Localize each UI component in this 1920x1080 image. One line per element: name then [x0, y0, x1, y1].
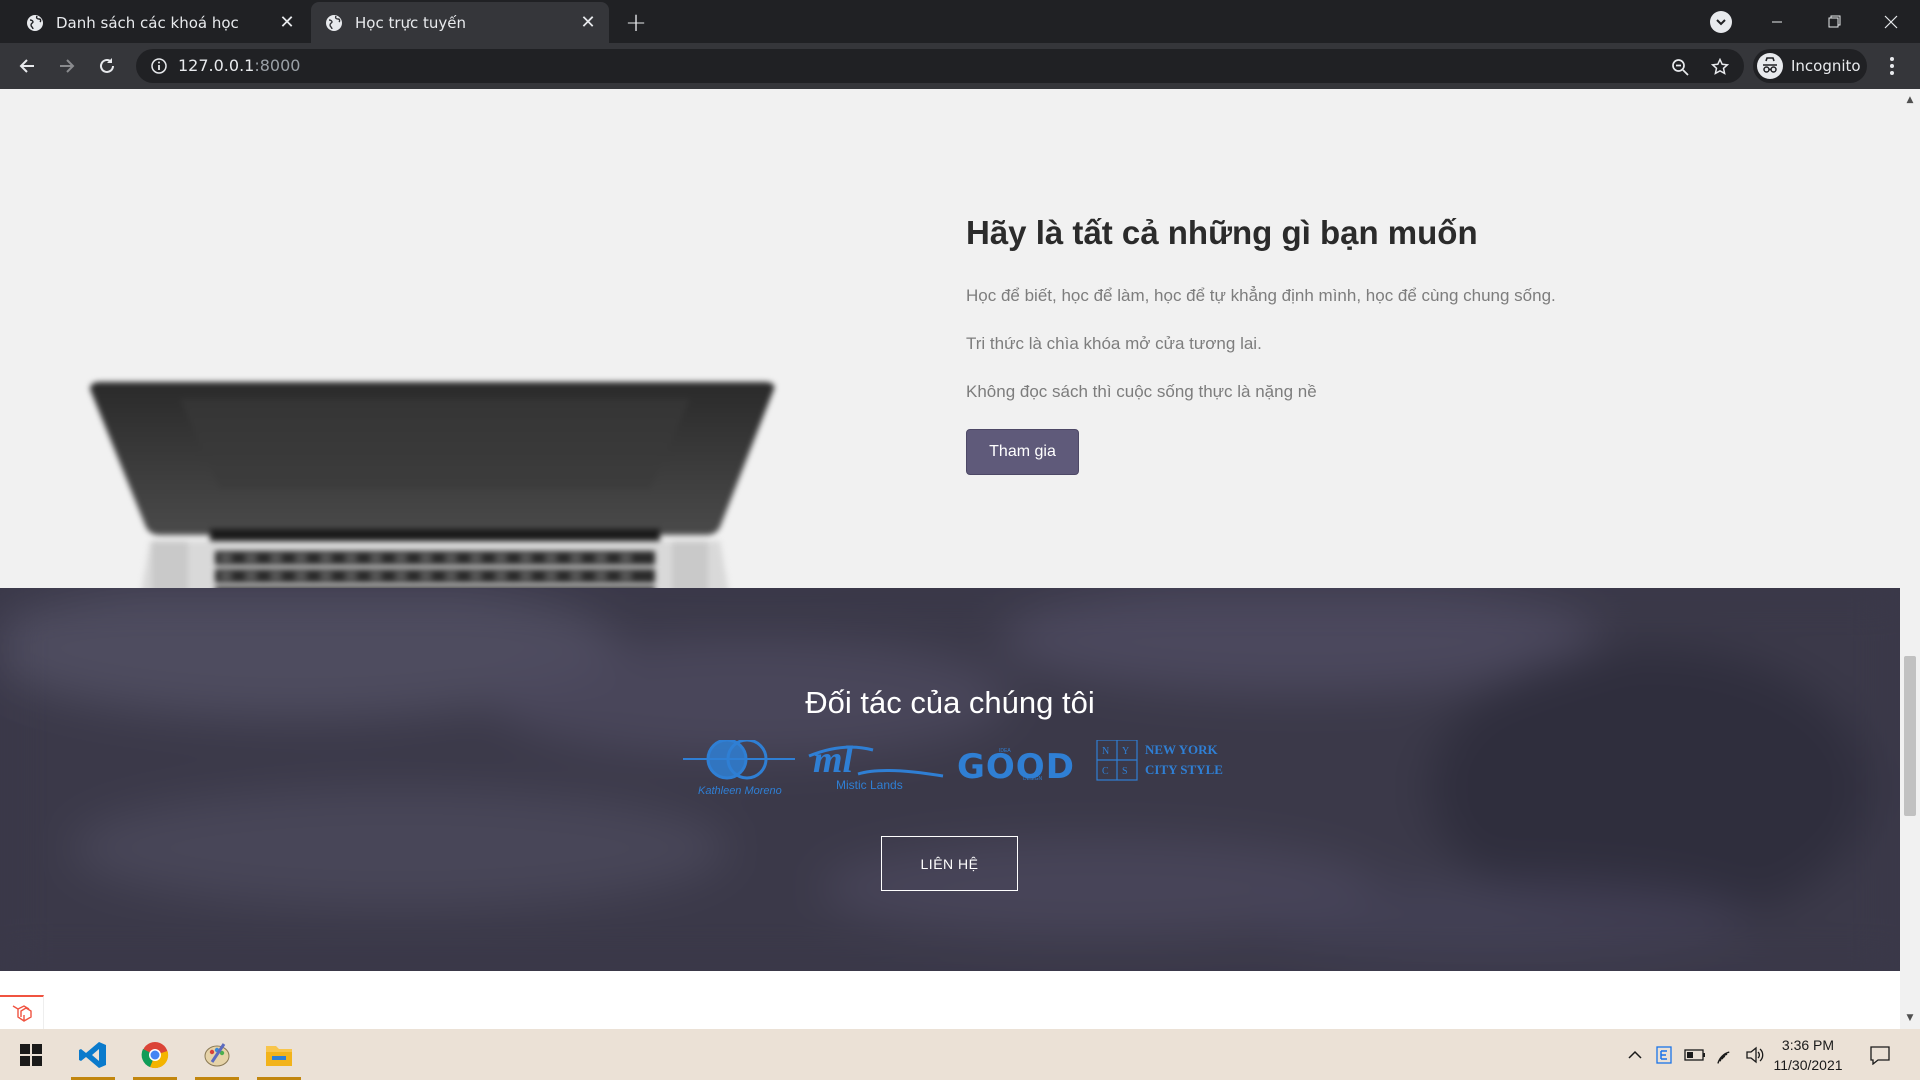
- clock-time: 3:36 PM: [1781, 1037, 1835, 1053]
- battery-icon: [1684, 1048, 1705, 1061]
- partner-logo-subtext: Y: [1122, 746, 1129, 757]
- bookmark-button[interactable]: [1709, 56, 1731, 78]
- battery-button[interactable]: [1682, 1029, 1708, 1080]
- partner-logo-subtext: N: [1102, 746, 1109, 757]
- partner-logo-subtext: S: [1122, 766, 1128, 777]
- about-heading: Hãy là tất cả những gì bạn muốn: [966, 214, 1478, 251]
- close-icon[interactable]: ✕: [577, 12, 599, 34]
- partners-section: Đối tác của chúng tôi Kathleen Moreno ml…: [0, 588, 1900, 971]
- back-button[interactable]: [12, 51, 42, 81]
- zoom-button[interactable]: [1669, 56, 1691, 78]
- speaker-icon: [1746, 1046, 1764, 1063]
- partner-logo-name: Kathleen Moreno: [698, 785, 782, 797]
- reload-button[interactable]: [92, 51, 122, 81]
- system-clock[interactable]: 3:36 PM 11/30/2021: [1770, 1035, 1846, 1075]
- vscode-icon: [79, 1041, 106, 1068]
- footer-section: [0, 971, 1900, 1029]
- input-method-button[interactable]: [1652, 1029, 1676, 1080]
- about-paragraph: Học để biết, học để làm, học để tự khẳng…: [966, 286, 1556, 305]
- windows-icon: [20, 1043, 42, 1066]
- taskbar-paint[interactable]: [192, 1029, 242, 1080]
- globe-icon: [325, 14, 343, 32]
- chrome-icon: [141, 1041, 169, 1068]
- about-section: Hãy là tất cả những gì bạn muốn Học để b…: [0, 89, 1900, 599]
- wifi-icon: [1717, 1050, 1730, 1064]
- url-port: :8000: [254, 56, 301, 75]
- about-paragraph: Tri thức là chìa khóa mở cửa tương lai.: [966, 334, 1262, 353]
- start-button[interactable]: [6, 1029, 56, 1080]
- browser-tab-strip: Danh sách các khoá học ✕ Học trực tuyến …: [0, 0, 1920, 43]
- restore-button[interactable]: [1805, 0, 1863, 43]
- partner-logo-name: NEW YORK: [1145, 742, 1218, 757]
- arrow-left-icon: [19, 59, 34, 73]
- address-bar[interactable]: 127.0.0.1:8000: [136, 49, 1744, 83]
- volume-button[interactable]: [1742, 1029, 1768, 1080]
- page-viewport: Hãy là tất cả những gì bạn muốn Học để b…: [0, 89, 1920, 1029]
- laravel-icon: [12, 1005, 32, 1022]
- paint-palette-icon: [204, 1042, 230, 1066]
- url-text: 127.0.0.1:8000: [178, 56, 300, 75]
- tab-online-learning[interactable]: Học trực tuyến ✕: [311, 2, 609, 43]
- scroll-down-icon[interactable]: ▼: [1905, 1013, 1915, 1023]
- partner-logos: Kathleen Moreno ml Mistic Lands GOOD IDE…: [683, 740, 1223, 797]
- taskbar-chrome[interactable]: [130, 1029, 180, 1080]
- about-paragraph: Không đọc sách thì cuộc sống thực là nặn…: [966, 382, 1317, 401]
- browser-menu-button[interactable]: [1880, 53, 1904, 79]
- scrollbar-thumb[interactable]: [1904, 656, 1916, 816]
- show-hidden-icons-button[interactable]: [1622, 1029, 1648, 1080]
- minimize-button[interactable]: [1748, 0, 1806, 43]
- tab-title: Danh sách các khoá học: [56, 13, 239, 32]
- keyboard-language-icon: [1656, 1045, 1672, 1064]
- globe-icon: [26, 14, 44, 32]
- taskbar-file-explorer[interactable]: [254, 1029, 304, 1080]
- partner-logo-name: CITY STYLE: [1145, 762, 1223, 777]
- folder-icon: [266, 1045, 292, 1066]
- tab-title: Học trực tuyến: [355, 13, 467, 32]
- star-icon: [1711, 58, 1729, 75]
- mistic-lands-logo: ml Mistic Lands: [808, 740, 944, 792]
- laravel-debugbar-toggle[interactable]: [0, 995, 44, 1029]
- reload-icon: [100, 58, 114, 73]
- partner-logo-subtext: C: [1102, 766, 1109, 777]
- close-window-button[interactable]: [1862, 0, 1920, 43]
- new-york-city-style-logo: N Y C S NEW YORK CITY STYLE: [1096, 740, 1223, 781]
- kathleen-moreno-logo: Kathleen Moreno: [683, 740, 795, 797]
- join-button[interactable]: Tham gia: [966, 429, 1079, 475]
- good-design-logo: GOOD IDEA DESIGN: [957, 747, 1075, 787]
- partner-logo-subtext: IDEA: [999, 748, 1011, 754]
- tab-search-button[interactable]: [1710, 11, 1732, 33]
- taskbar-vscode[interactable]: [68, 1029, 118, 1080]
- new-tab-button[interactable]: +: [622, 8, 650, 38]
- notification-icon: [1870, 1045, 1890, 1065]
- zoom-out-icon: [1672, 59, 1689, 76]
- info-icon[interactable]: [150, 57, 168, 75]
- incognito-profile-button[interactable]: Incognito: [1753, 49, 1867, 83]
- url-host: 127.0.0.1: [178, 56, 255, 75]
- action-center-button[interactable]: [1862, 1029, 1898, 1080]
- forward-button[interactable]: [52, 51, 82, 81]
- restore-icon: [1828, 15, 1840, 28]
- minimize-icon: [1772, 21, 1782, 22]
- profile-label: Incognito: [1791, 57, 1861, 75]
- scroll-up-icon[interactable]: ▲: [1905, 95, 1915, 105]
- close-icon: [1884, 15, 1898, 28]
- browser-toolbar: 127.0.0.1:8000 Incognito: [0, 43, 1920, 89]
- contact-button[interactable]: LIÊN HỆ: [881, 836, 1018, 891]
- page-scrollbar[interactable]: ▲ ▼: [1900, 89, 1920, 1029]
- windows-taskbar: 3:36 PM 11/30/2021: [0, 1029, 1920, 1080]
- network-button[interactable]: [1712, 1029, 1738, 1080]
- laptop-image: [90, 382, 775, 599]
- tab-course-list[interactable]: Danh sách các khoá học ✕: [12, 2, 308, 43]
- close-icon[interactable]: ✕: [276, 12, 298, 34]
- partners-heading: Đối tác của chúng tôi: [805, 685, 1095, 720]
- clock-date: 11/30/2021: [1773, 1057, 1843, 1073]
- chevron-down-icon: [1716, 19, 1726, 26]
- chevron-up-icon: [1628, 1050, 1642, 1059]
- arrow-right-icon: [60, 59, 75, 73]
- partner-logo-subtext: DESIGN: [1023, 776, 1043, 782]
- incognito-icon: [1757, 53, 1783, 79]
- partner-logo-name: Mistic Lands: [836, 778, 903, 792]
- partner-logo-name: GOOD: [957, 747, 1075, 787]
